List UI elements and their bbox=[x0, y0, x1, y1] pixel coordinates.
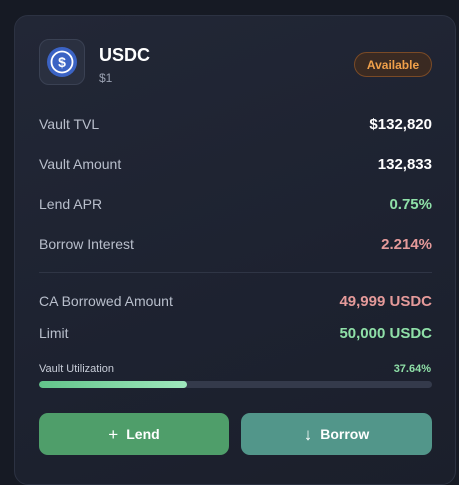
account-row-limit: Limit 50,000 USDC bbox=[39, 325, 432, 345]
stat-row-borrow-interest: Borrow Interest 2.214% bbox=[39, 236, 432, 256]
stat-row-lend-apr: Lend APR 0.75% bbox=[39, 196, 432, 216]
stat-value: 2.214% bbox=[381, 236, 432, 253]
stat-value: 0.75% bbox=[389, 196, 432, 213]
utilization-bar-fill bbox=[39, 381, 187, 388]
stat-row-vault-tvl: Vault TVL $132,820 bbox=[39, 116, 432, 136]
account-label: Limit bbox=[39, 325, 69, 341]
arrow-down-icon: ↓ bbox=[303, 424, 313, 444]
stat-label: Lend APR bbox=[39, 196, 103, 212]
utilization-bar bbox=[39, 381, 432, 388]
token-price: $1 bbox=[99, 71, 113, 85]
utilization-percent: 37.64% bbox=[393, 363, 431, 375]
utilization-label: Vault Utilization bbox=[39, 363, 114, 375]
svg-text:$: $ bbox=[58, 54, 66, 70]
lend-button[interactable]: + Lend bbox=[39, 413, 229, 455]
borrow-button[interactable]: ↓ Borrow bbox=[241, 413, 432, 455]
account-value: 50,000 USDC bbox=[339, 325, 432, 342]
vault-card: $ USDC $1 Available Vault TVL $132,820 V… bbox=[14, 15, 456, 485]
token-logo: $ bbox=[39, 39, 85, 85]
stat-label: Vault Amount bbox=[39, 156, 122, 172]
plus-icon: + bbox=[108, 424, 119, 444]
account-value: 49,999 USDC bbox=[339, 293, 432, 310]
borrow-button-label: Borrow bbox=[320, 426, 370, 442]
stat-value: 132,833 bbox=[377, 156, 432, 173]
account-label: CA Borrowed Amount bbox=[39, 293, 173, 309]
account-row-borrowed: CA Borrowed Amount 49,999 USDC bbox=[39, 293, 432, 313]
lend-button-label: Lend bbox=[126, 426, 160, 442]
divider bbox=[39, 272, 432, 273]
stat-label: Borrow Interest bbox=[39, 236, 134, 252]
stat-value: $132,820 bbox=[369, 116, 432, 133]
status-badge: Available bbox=[354, 52, 432, 77]
usdc-logo-icon: $ bbox=[47, 47, 77, 77]
token-symbol: USDC bbox=[99, 45, 151, 65]
stat-label: Vault TVL bbox=[39, 116, 100, 132]
stat-row-vault-amount: Vault Amount 132,833 bbox=[39, 156, 432, 176]
